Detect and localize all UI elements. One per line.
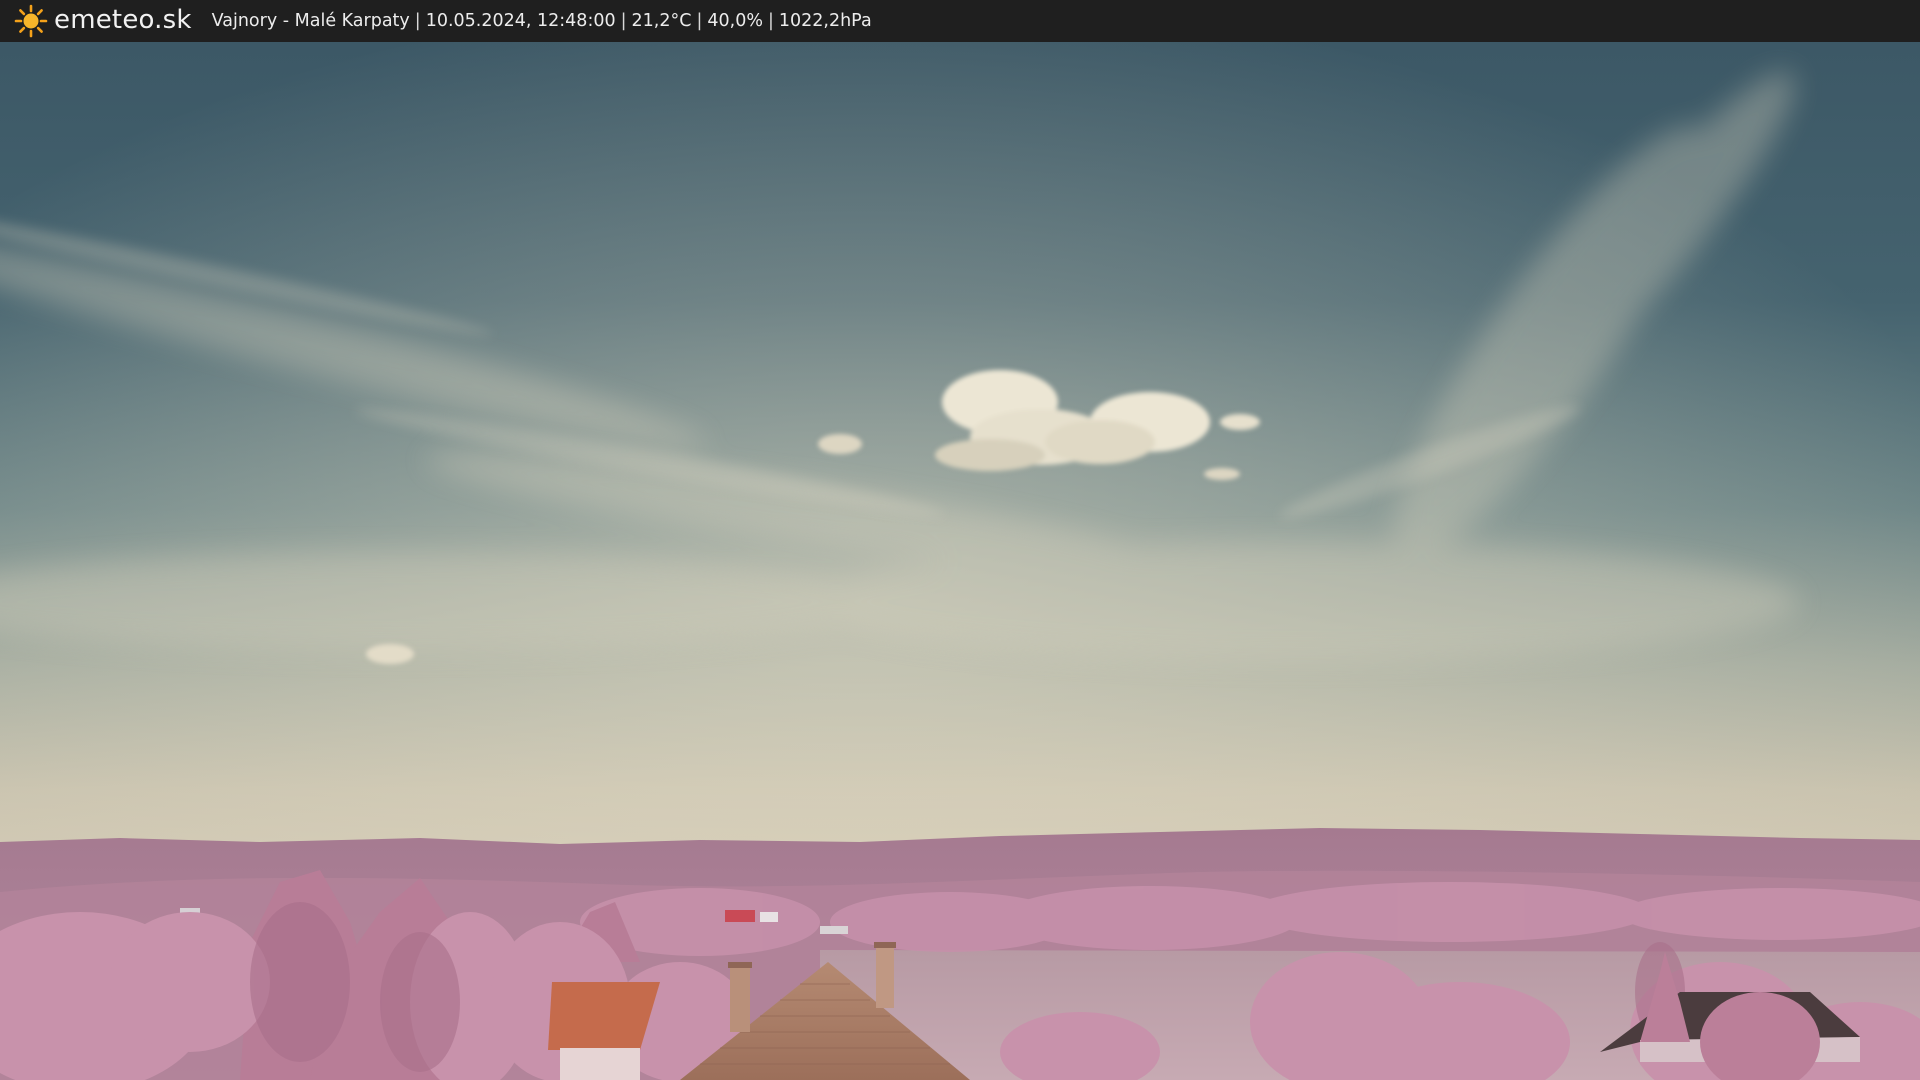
temperature-value: 21,2°C	[631, 11, 692, 31]
webcam-info-line: Vajnory - Malé Karpaty | 10.05.2024, 12:48…	[212, 11, 872, 31]
separator: |	[620, 11, 627, 31]
webcam-image	[0, 42, 1920, 1080]
timestamp: 10.05.2024, 12:48:00	[425, 11, 616, 31]
location-name: Vajnory - Malé Karpaty	[211, 11, 410, 31]
separator: |	[414, 11, 421, 31]
pressure-value: 1022,2hPa	[778, 11, 872, 31]
sun-icon	[14, 4, 48, 38]
site-logo-text: emeteo.sk	[54, 5, 192, 35]
humidity-value: 40,0%	[707, 11, 763, 31]
separator: |	[696, 11, 703, 31]
separator: |	[767, 11, 774, 31]
webcam-header-bar: emeteo.sk Vajnory - Malé Karpaty | 10.05.2…	[0, 0, 1920, 42]
